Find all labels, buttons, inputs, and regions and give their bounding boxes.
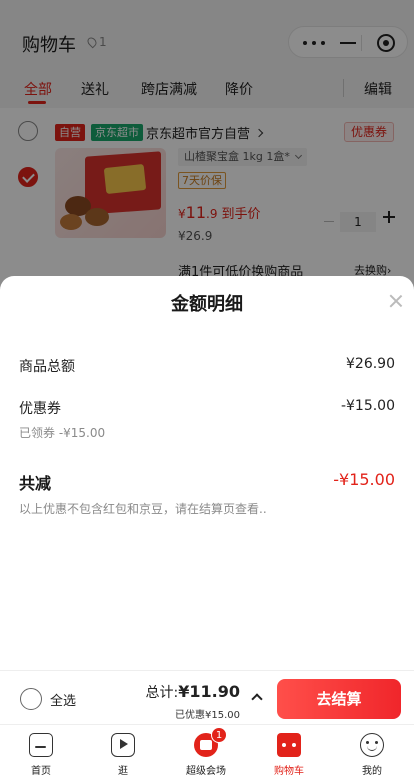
discount-note: 以上优惠不包含红包和京豆，请在结算页查看.. xyxy=(19,502,267,516)
discount-summary: 已优惠¥15.00 xyxy=(175,710,240,721)
sum-value: ¥11.90 xyxy=(178,682,240,701)
cart-icon xyxy=(277,733,301,757)
tabbar-label: 首页 xyxy=(31,766,51,777)
coupon-value: -¥15.00 xyxy=(340,398,395,414)
tabbar-item-home[interactable]: 首页 xyxy=(0,725,82,780)
chevron-up-icon[interactable] xyxy=(251,693,263,705)
tabbar-item-browse[interactable]: 逛 xyxy=(82,725,164,780)
tabbar-item-profile[interactable]: 我的 xyxy=(331,725,413,780)
amount-detail-sheet: 金额明细 商品总额 ¥26.90 优惠券 -¥15.00 已领券 -¥15.00… xyxy=(0,276,414,680)
select-all-radio[interactable] xyxy=(20,688,42,710)
sum-label: 总计: xyxy=(145,685,179,701)
close-icon[interactable] xyxy=(388,293,404,309)
bottom-tabbar: 首页 逛 1 超级会场 购物车 我的 xyxy=(0,724,414,780)
goods-total-value: ¥26.90 xyxy=(346,356,395,372)
notification-badge: 1 xyxy=(211,727,227,743)
video-icon xyxy=(111,733,135,757)
tabbar-label: 逛 xyxy=(118,766,128,777)
sheet-title: 金额明细 xyxy=(171,294,243,315)
tabbar-item-cart[interactable]: 购物车 xyxy=(248,725,330,780)
tabbar-label: 我的 xyxy=(362,766,382,777)
profile-icon xyxy=(360,733,384,757)
sum-total: 总计:¥11.90 xyxy=(146,682,240,702)
home-icon xyxy=(29,733,53,757)
coupon-label: 优惠券 xyxy=(19,401,61,417)
total-reduce-value: -¥15.00 xyxy=(333,470,395,489)
goods-total-label: 商品总额 xyxy=(19,359,75,375)
select-all-label[interactable]: 全选 xyxy=(50,690,76,709)
total-reduce-label: 共减 xyxy=(19,474,52,493)
tabbar-item-super-venue[interactable]: 1 超级会场 xyxy=(165,725,247,780)
tabbar-label: 购物车 xyxy=(274,766,304,777)
checkout-button[interactable]: 去结算 xyxy=(277,679,401,719)
checkout-bar: 全选 总计:¥11.90 已优惠¥15.00 去结算 xyxy=(0,670,414,724)
coupon-sub-text: 已领券 -¥15.00 xyxy=(19,426,106,440)
tabbar-label: 超级会场 xyxy=(186,766,226,777)
